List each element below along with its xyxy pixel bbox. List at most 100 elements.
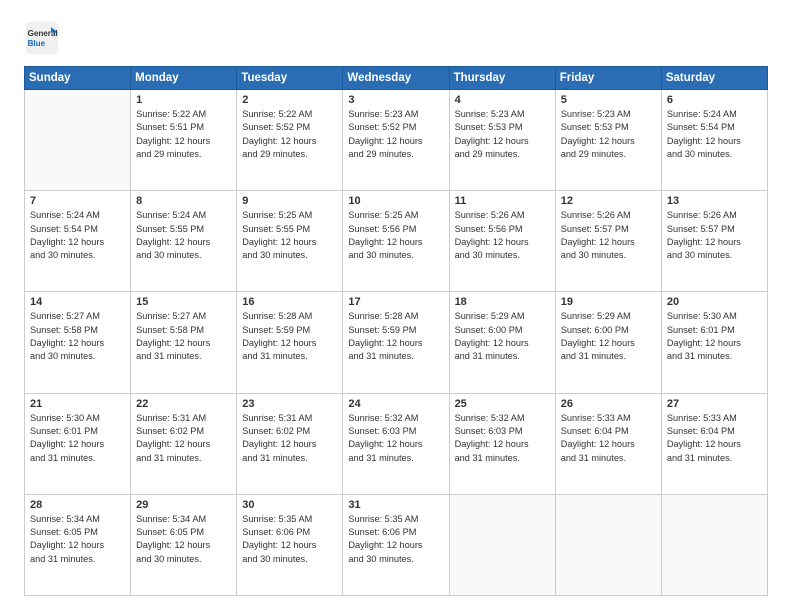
day-number: 6 [667, 94, 762, 106]
calendar-week-row: 7Sunrise: 5:24 AM Sunset: 5:54 PM Daylig… [25, 191, 768, 292]
day-number: 4 [455, 94, 550, 106]
calendar-week-row: 21 Sunrise: 5:30 AM Sunset: 6:01 PM Dayli… [25, 393, 768, 494]
calendar-day-header: Thursday [449, 67, 555, 90]
day-number: 24 [348, 398, 443, 410]
day-number: 18 [455, 296, 550, 308]
calendar-day-cell: 8 Sunrise: 5:24 AM Sunset: 5:55 PM Daylig… [131, 191, 237, 292]
day-info: Sunrise: 5:33 AM Sunset: 6:04 PM Dayligh… [667, 412, 762, 465]
day-number: 26 [561, 398, 656, 410]
day-number: 14 [30, 296, 125, 308]
day-info: Sunrise: 5:23 AM Sunset: 5:53 PM Dayligh… [455, 108, 550, 161]
day-info: Sunrise: 5:34 AM Sunset: 6:05 PM Dayligh… [136, 513, 231, 566]
day-number: 10 [348, 195, 443, 207]
calendar-day-cell: 6 Sunrise: 5:24 AM Sunset: 5:54 PM Daylig… [661, 90, 767, 191]
day-number: 13 [667, 195, 762, 207]
day-info: Sunrise: 5:28 AM Sunset: 5:59 PM Dayligh… [242, 310, 337, 363]
calendar-day-cell: 7Sunrise: 5:24 AM Sunset: 5:54 PM Daylig… [25, 191, 131, 292]
day-info: Sunrise: 5:23 AM Sunset: 5:53 PM Dayligh… [561, 108, 656, 161]
calendar-day-cell: 2 Sunrise: 5:22 AM Sunset: 5:52 PM Daylig… [237, 90, 343, 191]
day-number: 11 [455, 195, 550, 207]
page: General Blue SundayMondayTuesdayWednesda… [0, 0, 792, 612]
day-number: 20 [667, 296, 762, 308]
day-info: Sunrise: 5:32 AM Sunset: 6:03 PM Dayligh… [348, 412, 443, 465]
day-info: Sunrise: 5:23 AM Sunset: 5:52 PM Dayligh… [348, 108, 443, 161]
calendar-week-row: 14 Sunrise: 5:27 AM Sunset: 5:58 PM Dayli… [25, 292, 768, 393]
day-number: 28 [30, 499, 125, 511]
svg-text:Blue: Blue [28, 39, 46, 48]
calendar-day-cell: 10 Sunrise: 5:25 AM Sunset: 5:56 PM Dayli… [343, 191, 449, 292]
calendar-day-cell: 22 Sunrise: 5:31 AM Sunset: 6:02 PM Dayli… [131, 393, 237, 494]
header: General Blue [24, 20, 768, 56]
day-number: 16 [242, 296, 337, 308]
calendar-day-cell: 17 Sunrise: 5:28 AM Sunset: 5:59 PM Dayli… [343, 292, 449, 393]
day-info: Sunrise: 5:24 AM Sunset: 5:55 PM Dayligh… [136, 209, 231, 262]
calendar-day-cell: 30 Sunrise: 5:35 AM Sunset: 6:06 PM Dayli… [237, 494, 343, 595]
day-info: Sunrise: 5:30 AM Sunset: 6:01 PM Dayligh… [667, 310, 762, 363]
calendar-day-cell [555, 494, 661, 595]
calendar-day-cell: 29 Sunrise: 5:34 AM Sunset: 6:05 PM Dayli… [131, 494, 237, 595]
day-number: 17 [348, 296, 443, 308]
day-number: 8 [136, 195, 231, 207]
calendar-day-header: Friday [555, 67, 661, 90]
day-info: Sunrise: 5:30 AM Sunset: 6:01 PM Dayligh… [30, 412, 125, 465]
calendar-header-row: SundayMondayTuesdayWednesdayThursdayFrid… [25, 67, 768, 90]
day-info: Sunrise: 5:25 AM Sunset: 5:56 PM Dayligh… [348, 209, 443, 262]
calendar-day-header: Sunday [25, 67, 131, 90]
day-info: Sunrise: 5:26 AM Sunset: 5:56 PM Dayligh… [455, 209, 550, 262]
calendar-day-cell: 15 Sunrise: 5:27 AM Sunset: 5:58 PM Dayli… [131, 292, 237, 393]
calendar-day-header: Tuesday [237, 67, 343, 90]
day-info: Sunrise: 5:27 AM Sunset: 5:58 PM Dayligh… [136, 310, 231, 363]
day-info: Sunrise: 5:28 AM Sunset: 5:59 PM Dayligh… [348, 310, 443, 363]
calendar-day-cell: 23Sunrise: 5:31 AM Sunset: 6:02 PM Dayli… [237, 393, 343, 494]
calendar-day-cell: 28Sunrise: 5:34 AM Sunset: 6:05 PM Dayli… [25, 494, 131, 595]
calendar-day-cell: 4 Sunrise: 5:23 AM Sunset: 5:53 PM Daylig… [449, 90, 555, 191]
day-info: Sunrise: 5:31 AM Sunset: 6:02 PM Dayligh… [242, 412, 337, 465]
day-info: Sunrise: 5:22 AM Sunset: 5:52 PM Dayligh… [242, 108, 337, 161]
day-number: 5 [561, 94, 656, 106]
day-number: 29 [136, 499, 231, 511]
calendar-day-cell: 11 Sunrise: 5:26 AM Sunset: 5:56 PM Dayli… [449, 191, 555, 292]
calendar-day-header: Saturday [661, 67, 767, 90]
day-info: Sunrise: 5:35 AM Sunset: 6:06 PM Dayligh… [348, 513, 443, 566]
day-number: 12 [561, 195, 656, 207]
calendar-day-cell: 24 Sunrise: 5:32 AM Sunset: 6:03 PM Dayli… [343, 393, 449, 494]
day-info: Sunrise: 5:27 AM Sunset: 5:58 PM Dayligh… [30, 310, 125, 363]
day-info: Sunrise: 5:31 AM Sunset: 6:02 PM Dayligh… [136, 412, 231, 465]
calendar-day-cell [449, 494, 555, 595]
calendar-week-row: 1Sunrise: 5:22 AM Sunset: 5:51 PM Daylig… [25, 90, 768, 191]
calendar-day-cell: 20 Sunrise: 5:30 AM Sunset: 6:01 PM Dayli… [661, 292, 767, 393]
day-number: 19 [561, 296, 656, 308]
calendar-day-cell: 1Sunrise: 5:22 AM Sunset: 5:51 PM Daylig… [131, 90, 237, 191]
calendar-day-cell: 18 Sunrise: 5:29 AM Sunset: 6:00 PM Dayli… [449, 292, 555, 393]
day-info: Sunrise: 5:22 AM Sunset: 5:51 PM Dayligh… [136, 108, 231, 161]
calendar-day-cell: 21 Sunrise: 5:30 AM Sunset: 6:01 PM Dayli… [25, 393, 131, 494]
calendar-day-cell: 14 Sunrise: 5:27 AM Sunset: 5:58 PM Dayli… [25, 292, 131, 393]
day-number: 31 [348, 499, 443, 511]
day-number: 15 [136, 296, 231, 308]
calendar-day-cell: 9 Sunrise: 5:25 AM Sunset: 5:55 PM Daylig… [237, 191, 343, 292]
calendar-day-cell: 27 Sunrise: 5:33 AM Sunset: 6:04 PM Dayli… [661, 393, 767, 494]
day-info: Sunrise: 5:26 AM Sunset: 5:57 PM Dayligh… [561, 209, 656, 262]
calendar-week-row: 28 Sunrise: 5:34 AM Sunset: 6:05 PM Dayli… [25, 494, 768, 595]
calendar-day-cell: 13 Sunrise: 5:26 AM Sunset: 5:57 PM Dayli… [661, 191, 767, 292]
calendar-day-cell: 26 Sunrise: 5:33 AM Sunset: 6:04 PM Dayli… [555, 393, 661, 494]
day-number: 30 [242, 499, 337, 511]
day-number: 3 [348, 94, 443, 106]
day-info: Sunrise: 5:35 AM Sunset: 6:06 PM Dayligh… [242, 513, 337, 566]
day-number: 2 [242, 94, 337, 106]
day-info: Sunrise: 5:32 AM Sunset: 6:03 PM Dayligh… [455, 412, 550, 465]
day-number: 22 [136, 398, 231, 410]
day-number: 21 [30, 398, 125, 410]
day-info: Sunrise: 5:25 AM Sunset: 5:55 PM Dayligh… [242, 209, 337, 262]
calendar-day-cell: 31 Sunrise: 5:35 AM Sunset: 6:06 PM Dayli… [343, 494, 449, 595]
day-info: Sunrise: 5:33 AM Sunset: 6:04 PM Dayligh… [561, 412, 656, 465]
day-number: 9 [242, 195, 337, 207]
day-info: Sunrise: 5:26 AM Sunset: 5:57 PM Dayligh… [667, 209, 762, 262]
day-info: Sunrise: 5:24 AM Sunset: 5:54 PM Dayligh… [667, 108, 762, 161]
day-number: 27 [667, 398, 762, 410]
logo-icon: General Blue [24, 20, 60, 56]
day-info: Sunrise: 5:24 AM Sunset: 5:54 PM Dayligh… [30, 209, 125, 262]
calendar-day-cell: 25Sunrise: 5:32 AM Sunset: 6:03 PM Dayli… [449, 393, 555, 494]
day-info: Sunrise: 5:29 AM Sunset: 6:00 PM Dayligh… [455, 310, 550, 363]
calendar-day-cell: 5 Sunrise: 5:23 AM Sunset: 5:53 PM Daylig… [555, 90, 661, 191]
